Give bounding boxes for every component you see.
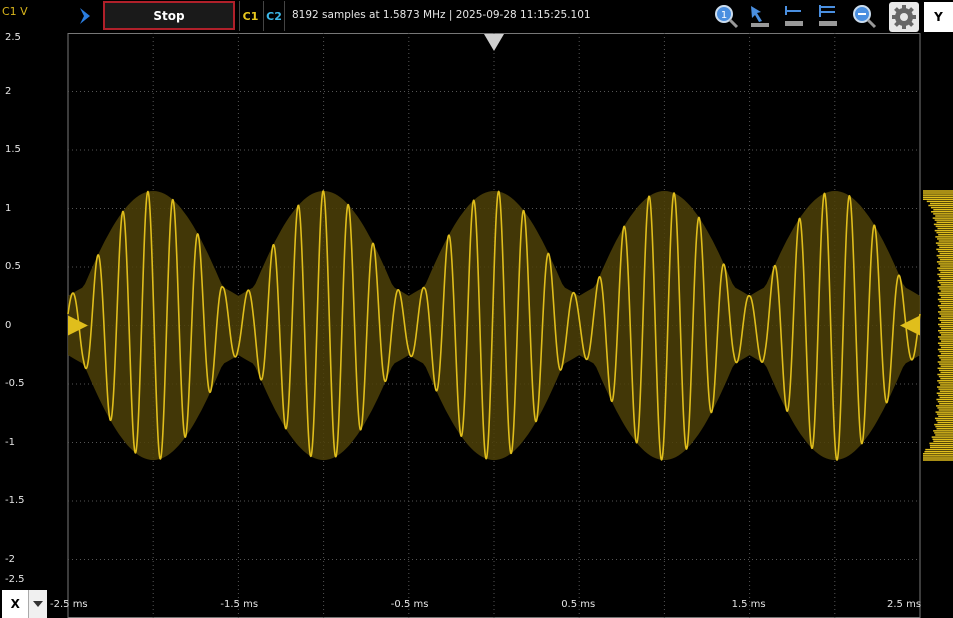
play-icon[interactable] bbox=[76, 6, 94, 26]
oscilloscope-plot[interactable] bbox=[0, 33, 953, 618]
y-tick-label: -1 bbox=[5, 436, 15, 448]
y-axis-button[interactable]: Y bbox=[924, 2, 953, 32]
chevron-down-icon[interactable] bbox=[28, 590, 47, 618]
channel-1-button[interactable]: C1 bbox=[239, 1, 261, 31]
zoom-in-icon[interactable]: 1 bbox=[713, 3, 739, 29]
x-tick-label: -2.5 ms bbox=[50, 599, 88, 610]
zoom-out-icon[interactable] bbox=[851, 3, 877, 29]
y-tick-label: 2.5 bbox=[5, 32, 21, 43]
x-tick-label: -1.5 ms bbox=[220, 599, 259, 610]
x-tick-label: 0.5 ms bbox=[561, 599, 596, 610]
x-axis-selector[interactable]: X bbox=[2, 590, 47, 618]
y-tick-label: 1 bbox=[5, 202, 12, 214]
toolbar: C1 V Stop C1 C2 8192 samples at 1.5873 M… bbox=[0, 0, 953, 33]
y-tick-label: -2.5 bbox=[5, 574, 25, 585]
acquisition-info: 8192 samples at 1.5873 MHz | 2025-09-28 … bbox=[292, 9, 591, 21]
y-tick-label: 1.5 bbox=[5, 144, 21, 155]
signal-envelope bbox=[68, 191, 920, 461]
y-tick-label: 0.5 bbox=[5, 261, 21, 272]
trigger-position-marker bbox=[484, 34, 504, 51]
svg-text:1: 1 bbox=[721, 10, 727, 21]
stop-button[interactable]: Stop bbox=[103, 1, 235, 30]
gear-icon[interactable] bbox=[889, 2, 919, 32]
y-tick-label: -2 bbox=[5, 553, 15, 565]
y-tick-label: 0 bbox=[5, 319, 12, 331]
y-tick-label: -1.5 bbox=[5, 495, 25, 506]
y-tick-label: 2 bbox=[5, 85, 12, 97]
channel-2-button[interactable]: C2 bbox=[263, 1, 285, 31]
cursor-icon[interactable] bbox=[747, 3, 773, 29]
y-tick-label: -0.5 bbox=[5, 378, 25, 389]
zoom-x-icon[interactable] bbox=[781, 3, 807, 29]
x-axis-selector-label: X bbox=[10, 597, 20, 611]
zoom-xy-icon[interactable] bbox=[815, 3, 841, 29]
x-tick-label: 1.5 ms bbox=[731, 599, 766, 610]
x-tick-label: -0.5 ms bbox=[390, 599, 429, 610]
channel-unit-label: C1 V bbox=[2, 5, 28, 18]
x-tick-label: 2.5 ms bbox=[887, 599, 922, 610]
